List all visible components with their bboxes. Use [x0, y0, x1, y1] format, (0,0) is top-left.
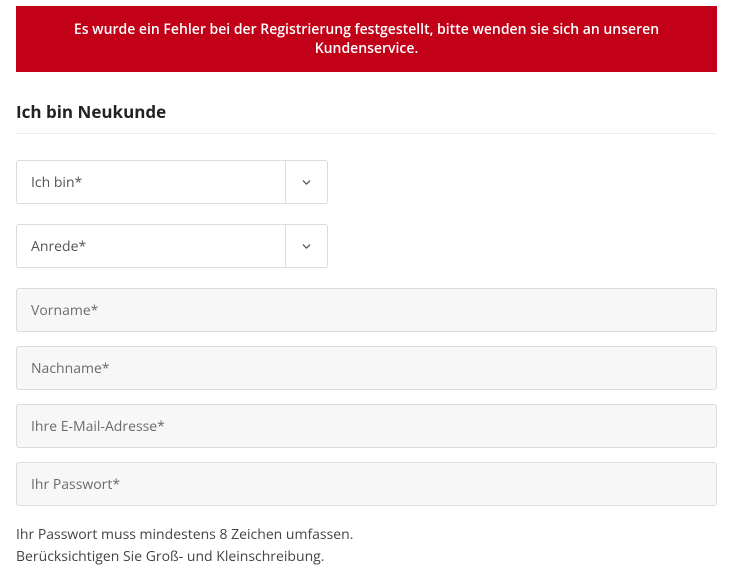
registration-form: Ich bin Neukunde Ich bin* Anrede* Ihr Pa… — [0, 72, 733, 579]
password-field[interactable] — [16, 462, 717, 506]
lastname-field[interactable] — [16, 346, 717, 390]
firstname-field[interactable] — [16, 288, 717, 332]
chevron-down-icon — [285, 161, 327, 203]
chevron-down-icon — [285, 225, 327, 267]
customer-type-select[interactable]: Ich bin* — [16, 160, 328, 204]
password-hint-line: Berücksichtigen Sie Groß- und Kleinschre… — [16, 546, 717, 568]
password-hint: Ihr Passwort muss mindestens 8 Zeichen u… — [16, 524, 717, 569]
salutation-value: Anrede* — [17, 225, 285, 267]
email-field[interactable] — [16, 404, 717, 448]
password-hint-line: Ihr Passwort muss mindestens 8 Zeichen u… — [16, 524, 717, 546]
error-message: Es wurde ein Fehler bei der Registrierun… — [74, 20, 659, 58]
error-banner: Es wurde ein Fehler bei der Registrierun… — [16, 6, 717, 72]
customer-type-value: Ich bin* — [17, 161, 285, 203]
page-title: Ich bin Neukunde — [16, 100, 717, 134]
salutation-select[interactable]: Anrede* — [16, 224, 328, 268]
